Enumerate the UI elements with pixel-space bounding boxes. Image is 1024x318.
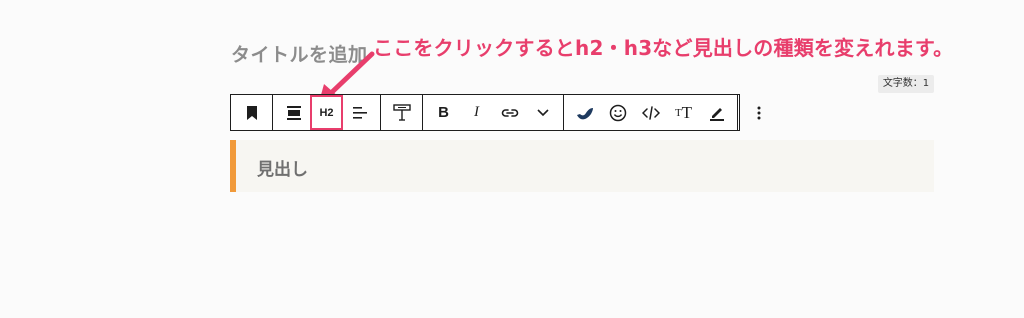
more-group [738, 95, 779, 130]
italic-button[interactable]: I [460, 95, 493, 130]
format-group: B I [423, 95, 564, 130]
typography-icon[interactable]: TT [667, 95, 700, 130]
character-count-badge: 文字数：1 [878, 75, 934, 93]
heading-block[interactable]: 見出し [230, 140, 934, 192]
bold-button[interactable]: B [427, 95, 460, 130]
heading-level-button[interactable]: H2 [310, 95, 343, 130]
code-icon[interactable] [634, 95, 667, 130]
block-toolbar: H2 B I TT [230, 94, 760, 131]
block-type-group [231, 95, 273, 130]
chevron-down-icon[interactable] [526, 95, 559, 130]
align-text-icon[interactable] [343, 95, 376, 130]
annotation-callout: ここをクリックするとh2・h3など見出しの種類を変えれます。 [373, 36, 954, 60]
bookmark-icon[interactable] [235, 95, 268, 130]
extras-group: TT [564, 95, 738, 130]
heading-text[interactable]: 見出し [257, 155, 308, 180]
more-options-icon[interactable] [742, 95, 775, 130]
link-icon[interactable] [493, 95, 526, 130]
wave-icon[interactable] [568, 95, 601, 130]
block-controls-group: H2 [273, 95, 381, 130]
highlight-icon[interactable] [700, 95, 733, 130]
column-layout-icon[interactable] [385, 95, 418, 130]
layout-group [381, 95, 423, 130]
align-block-icon[interactable] [277, 95, 310, 130]
emoji-icon[interactable] [601, 95, 634, 130]
